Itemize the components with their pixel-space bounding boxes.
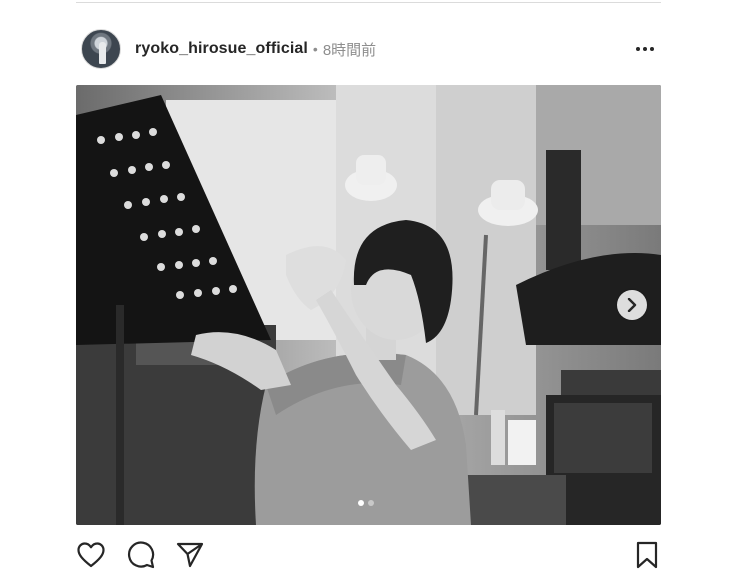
more-options-button[interactable]	[633, 39, 657, 59]
separator-dot: •	[312, 41, 318, 57]
username-link[interactable]: ryoko_hirosue_official	[135, 40, 308, 58]
top-divider	[76, 2, 661, 3]
heart-icon	[77, 542, 105, 568]
chevron-right-icon	[627, 298, 637, 312]
bookmark-icon	[636, 541, 658, 569]
post-timestamp[interactable]: 8時間前	[323, 39, 376, 60]
save-button[interactable]	[632, 540, 662, 570]
comment-icon	[127, 541, 155, 569]
comment-button[interactable]	[126, 540, 156, 570]
carousel-dot	[368, 500, 374, 506]
paper-plane-icon	[176, 542, 204, 568]
more-options-icon	[636, 47, 654, 51]
like-button[interactable]	[76, 540, 106, 570]
carousel-dot-active	[358, 500, 364, 506]
avatar[interactable]	[81, 29, 121, 69]
carousel-indicator	[358, 500, 374, 506]
post-photo[interactable]	[76, 85, 661, 525]
share-button[interactable]	[175, 540, 205, 570]
carousel-next-button[interactable]	[617, 290, 647, 320]
post-header: ryoko_hirosue_official • 8時間前	[76, 27, 661, 71]
action-bar	[76, 540, 661, 574]
